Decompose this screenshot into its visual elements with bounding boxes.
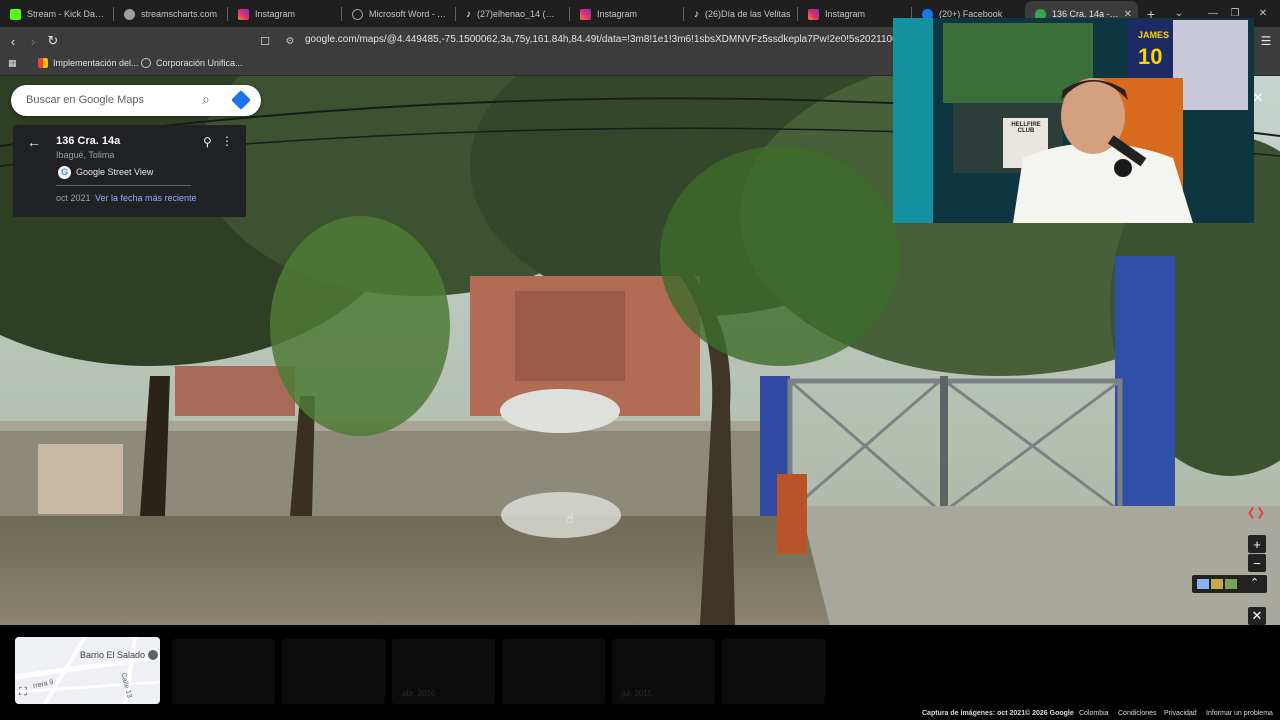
timeline-thumb[interactable] (502, 639, 605, 704)
directions-icon[interactable] (231, 90, 251, 110)
imagery-thumb-icon (1197, 579, 1209, 589)
bookmark-icon[interactable]: ☐ (255, 31, 275, 51)
tiktok-icon: ♪ (466, 8, 471, 20)
card-divider (56, 185, 191, 186)
zoom-out-icon[interactable]: − (1248, 554, 1266, 572)
bookmark-favicon-icon (38, 58, 48, 68)
street-view-info-card: ← 136 Cra. 14a Ibagué, Tolima ⚲ ⋮ G Goog… (13, 125, 246, 217)
back-icon[interactable]: ‹ (3, 31, 23, 51)
bookmark-item[interactable]: Corporación Unifica... (141, 58, 243, 68)
timeline-thumb[interactable] (172, 639, 275, 704)
menu-icon[interactable]: ☰ (1256, 31, 1276, 51)
timeline-thumb[interactable] (722, 639, 825, 704)
apps-grid-icon[interactable]: ▦ (8, 58, 17, 69)
address-title: 136 Cra. 14a (56, 135, 121, 147)
tab-tiktok[interactable]: ♪ (27)elhenao_14 (@elh (456, 1, 569, 27)
imagery-capture-text: Captura de imágenes: oct 2021 (922, 710, 1026, 717)
globe-icon (352, 8, 363, 20)
globe-icon (141, 58, 151, 68)
compass-icon[interactable]: ❮❯ (1247, 503, 1265, 521)
poster-text: HELLFIRE CLUB (1011, 122, 1041, 134)
google-logo-icon: G (58, 166, 71, 179)
capture-date: oct 2021 (56, 193, 91, 203)
timeline-thumb[interactable] (282, 639, 385, 704)
street-view-label: Google Street View (76, 167, 154, 177)
hand-cursor-icon: ☝ (566, 511, 574, 526)
copyright-text: © 2026 Google (1025, 710, 1074, 717)
instagram-icon (580, 8, 591, 20)
zoom-in-icon[interactable]: + (1248, 535, 1266, 553)
bookmark-item[interactable]: Implementación del... (38, 58, 139, 68)
minimap[interactable]: Barrio El Salado rrera 9 Calle 13 ⛶ (15, 637, 160, 704)
instagram-icon (238, 8, 249, 20)
report-problem-link[interactable]: Informar un problema (1206, 710, 1273, 717)
expand-map-icon[interactable]: ⛶ (19, 686, 27, 699)
search-icon[interactable]: ⌕ (202, 91, 210, 108)
search-input[interactable]: Buscar en Google Maps (26, 94, 144, 106)
tab-instagram[interactable]: Instagram (228, 1, 341, 27)
more-options-icon[interactable]: ⋮ (221, 134, 233, 148)
close-overlay-icon[interactable]: ✕ (1249, 89, 1267, 107)
webcam-feed (893, 18, 1254, 223)
instagram-icon (808, 8, 819, 20)
timeline-thumb[interactable]: abr. 2016 (392, 639, 495, 704)
privacy-link[interactable]: Privacidad (1164, 710, 1197, 717)
close-panorama-icon[interactable]: ✕ (1248, 607, 1266, 625)
latest-date-link[interactable]: Ver la fecha más reciente (95, 193, 197, 203)
imagery-toggle[interactable]: ⌃ (1192, 575, 1267, 593)
imagery-thumb-icon (1211, 579, 1223, 589)
expand-up-icon[interactable]: ⌃ (1250, 576, 1259, 589)
maps-search-box[interactable]: Buscar en Google Maps ⌕ (11, 85, 261, 116)
tab-instagram[interactable]: Instagram (570, 1, 683, 27)
tab-kick[interactable]: Stream - Kick Dashboard (0, 1, 113, 27)
imagery-thumb-icon (1225, 579, 1237, 589)
minimap-neighborhood: Barrio El Salado (80, 650, 146, 660)
minimap-graphic (15, 637, 160, 704)
streamscharts-icon (124, 8, 135, 20)
tiktok-icon: ♪ (694, 8, 699, 20)
tab-word[interactable]: Microsoft Word - Anal (342, 1, 455, 27)
webcam-overlay: JAMES 10 HELLFIRE CLUB (893, 18, 1254, 223)
url-field[interactable]: google.com/maps/@4.449485,-75.1500062,3a… (305, 34, 895, 45)
forward-icon[interactable]: › (23, 31, 43, 51)
timeline-thumb[interactable]: jul. 2015 (612, 639, 715, 704)
tab-tiktok[interactable]: ♪ (26)Día de las Velitas (684, 1, 797, 27)
jersey-number: 10 (1138, 44, 1163, 69)
reload-icon[interactable]: ↻ (43, 31, 63, 51)
country-link[interactable]: Colombia (1079, 710, 1109, 717)
address-city: Ibagué, Tolima (56, 150, 115, 160)
location-pin-icon[interactable]: ⚲ (203, 135, 212, 149)
back-arrow-icon[interactable]: ← (27, 134, 41, 150)
site-info-icon[interactable]: ⚙ (280, 31, 300, 51)
tab-streamscharts[interactable]: streamscharts.com (114, 1, 227, 27)
jersey-text: JAMES (1138, 30, 1170, 40)
terms-link[interactable]: Condiciones (1118, 710, 1157, 717)
kick-icon (10, 8, 21, 20)
